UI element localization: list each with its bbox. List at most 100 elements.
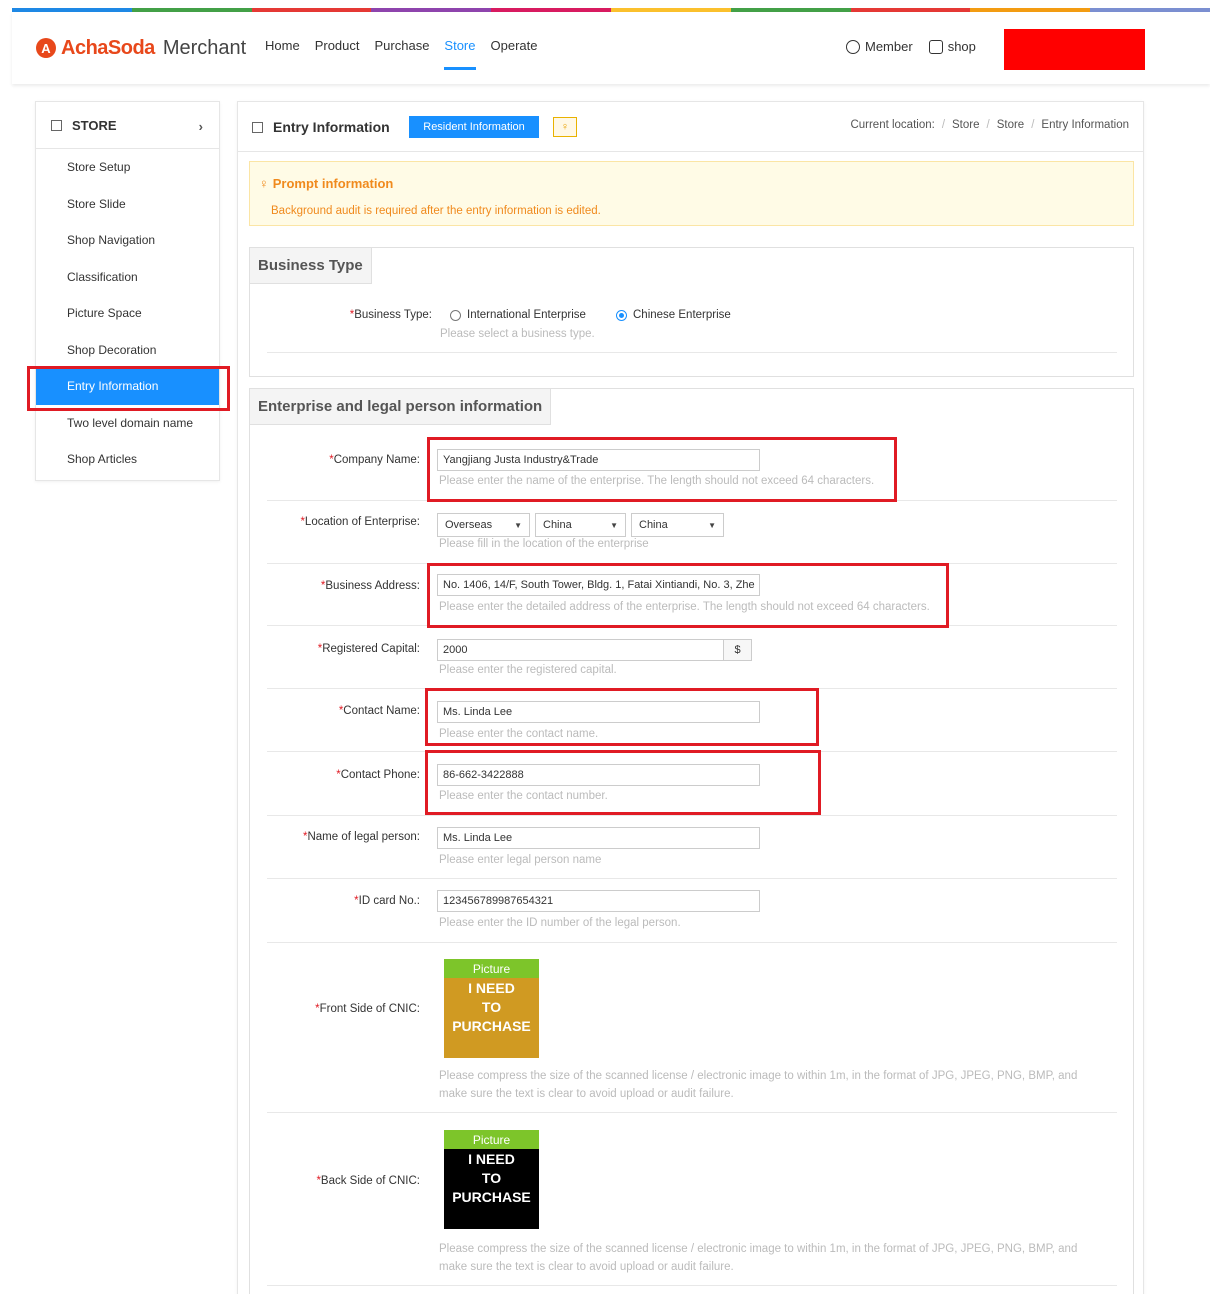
id-card-hint: Please enter the ID number of the legal … bbox=[439, 917, 681, 929]
location-country-select[interactable]: China ▼ bbox=[535, 513, 626, 537]
company-name-label: *Company Name: bbox=[329, 454, 420, 466]
section-title-enterprise: Enterprise and legal person information bbox=[249, 388, 552, 425]
nav-store[interactable]: Store bbox=[444, 38, 476, 70]
resident-information-button[interactable]: Resident Information bbox=[409, 116, 539, 138]
highlight-contact-phone bbox=[425, 750, 821, 815]
divider bbox=[267, 1112, 1117, 1113]
legal-person-input[interactable]: Ms. Linda Lee bbox=[437, 827, 760, 849]
header: A AchaSoda Merchant Home Product Purchas… bbox=[12, 12, 1210, 84]
prompt-text: Background audit is required after the e… bbox=[271, 205, 601, 217]
radio-international[interactable]: International Enterprise bbox=[450, 309, 586, 321]
currency-unit: $ bbox=[724, 639, 752, 661]
sidebar-item-store-slide[interactable]: Store Slide bbox=[36, 186, 219, 223]
prompt-box: ♀ Prompt information Background audit is… bbox=[249, 161, 1134, 226]
contact-phone-label: *Contact Phone: bbox=[336, 769, 420, 781]
front-cnic-hint-2: make sure the text is clear to avoid upl… bbox=[439, 1088, 734, 1100]
member-label: Member bbox=[865, 39, 913, 54]
main-nav: Home Product Purchase Store Operate bbox=[265, 38, 552, 70]
chevron-down-icon: ▼ bbox=[708, 520, 716, 530]
sidebar-header[interactable]: STORE › bbox=[36, 102, 219, 149]
front-cnic-image: I NEED TO PURCHASE bbox=[444, 978, 539, 1058]
lightbulb-icon[interactable]: ♀ bbox=[553, 117, 577, 137]
contact-name-label: *Contact Name: bbox=[338, 705, 420, 717]
id-card-input[interactable]: 123456789987654321 bbox=[437, 890, 760, 912]
back-cnic-label: *Back Side of CNIC: bbox=[316, 1175, 420, 1187]
radio-dot-selected bbox=[616, 309, 627, 321]
id-card-label: *ID card No.: bbox=[354, 895, 420, 907]
redacted-block bbox=[1004, 29, 1145, 70]
breadcrumb-current: Entry Information bbox=[1041, 119, 1129, 131]
shop-icon bbox=[928, 39, 943, 54]
nav-operate[interactable]: Operate bbox=[491, 38, 538, 70]
logo[interactable]: A AchaSoda Merchant bbox=[36, 34, 246, 62]
main-header: Entry Information Resident Information ♀… bbox=[238, 102, 1143, 152]
store-icon bbox=[51, 119, 62, 131]
business-type-hint: Please select a business type. bbox=[440, 328, 595, 340]
highlight-contact-name bbox=[425, 688, 819, 746]
chevron-down-icon: ▼ bbox=[514, 520, 522, 530]
page-title-wrap: Entry Information bbox=[252, 119, 390, 135]
nav-product[interactable]: Product bbox=[315, 38, 360, 70]
radio-chinese[interactable]: Chinese Enterprise bbox=[616, 309, 731, 321]
back-cnic-hint-2: make sure the text is clear to avoid upl… bbox=[439, 1261, 734, 1273]
logo-text: AchaSoda bbox=[61, 36, 155, 59]
header-right: Member shop bbox=[846, 39, 992, 54]
highlight-entry-information bbox=[27, 366, 230, 411]
sidebar: STORE › Store Setup Store Slide Shop Nav… bbox=[35, 101, 220, 481]
shop-link[interactable]: shop bbox=[928, 39, 976, 54]
sidebar-item-store-setup[interactable]: Store Setup bbox=[36, 149, 219, 186]
front-cnic-upload[interactable]: Picture I NEED TO PURCHASE bbox=[444, 959, 539, 1058]
front-cnic-hint-1: Please compress the size of the scanned … bbox=[439, 1070, 1078, 1082]
lightbulb-icon: ♀ bbox=[259, 176, 269, 191]
sidebar-item-classification[interactable]: Classification bbox=[36, 259, 219, 296]
registered-capital-input[interactable]: 2000 bbox=[437, 639, 724, 661]
back-cnic-upload[interactable]: Picture I NEED TO PURCHASE bbox=[444, 1130, 539, 1229]
registered-capital-hint: Please enter the registered capital. bbox=[439, 664, 617, 676]
member-icon bbox=[846, 39, 860, 54]
registered-capital-label: *Registered Capital: bbox=[317, 643, 420, 655]
legal-person-hint: Please enter legal person name bbox=[439, 854, 602, 866]
divider bbox=[267, 815, 1117, 816]
entry-icon bbox=[252, 121, 263, 133]
logo-icon: A bbox=[36, 38, 56, 58]
divider bbox=[267, 352, 1117, 353]
divider bbox=[267, 1285, 1117, 1286]
sidebar-item-shop-articles[interactable]: Shop Articles bbox=[36, 441, 219, 478]
enterprise-section: Enterprise and legal person information … bbox=[249, 388, 1134, 1294]
chevron-right-icon: › bbox=[198, 119, 203, 134]
sidebar-item-shop-navigation[interactable]: Shop Navigation bbox=[36, 222, 219, 259]
divider bbox=[267, 878, 1117, 879]
nav-home[interactable]: Home bbox=[265, 38, 300, 70]
legal-person-label: *Name of legal person: bbox=[303, 831, 420, 843]
picture-tag: Picture bbox=[444, 1130, 539, 1149]
sidebar-item-shop-decoration[interactable]: Shop Decoration bbox=[36, 332, 219, 369]
back-cnic-hint-1: Please compress the size of the scanned … bbox=[439, 1243, 1078, 1255]
sidebar-title: STORE bbox=[72, 117, 117, 133]
highlight-business-address bbox=[427, 563, 949, 628]
location-region-select[interactable]: Overseas ▼ bbox=[437, 513, 530, 537]
back-cnic-image: I NEED TO PURCHASE bbox=[444, 1149, 539, 1229]
section-title-business-type: Business Type bbox=[249, 247, 372, 284]
breadcrumb-item[interactable]: Store bbox=[952, 119, 980, 131]
nav-purchase[interactable]: Purchase bbox=[375, 38, 430, 70]
shop-label: shop bbox=[947, 39, 976, 54]
business-type-label: *Business Type: bbox=[349, 309, 432, 321]
breadcrumb: Current location: / Store / Store / Entr… bbox=[850, 119, 1129, 131]
radio-label: International Enterprise bbox=[467, 309, 586, 321]
breadcrumb-prefix: Current location: bbox=[850, 119, 935, 131]
business-address-label: *Business Address: bbox=[320, 580, 420, 592]
sidebar-item-picture-space[interactable]: Picture Space bbox=[36, 295, 219, 332]
prompt-title: Prompt information bbox=[272, 176, 394, 191]
breadcrumb-item[interactable]: Store bbox=[997, 119, 1025, 131]
member-link[interactable]: Member bbox=[846, 39, 913, 54]
page-title: Entry Information bbox=[273, 119, 390, 135]
prompt-title-wrap: ♀ Prompt information bbox=[259, 176, 393, 191]
location-hint: Please fill in the location of the enter… bbox=[439, 538, 649, 550]
front-cnic-label: *Front Side of CNIC: bbox=[315, 1003, 420, 1015]
radio-dot bbox=[450, 309, 461, 321]
radio-label: Chinese Enterprise bbox=[633, 309, 731, 321]
location-label: *Location of Enterprise: bbox=[300, 516, 420, 528]
location-province-select[interactable]: China ▼ bbox=[631, 513, 724, 537]
divider bbox=[267, 942, 1117, 943]
chevron-down-icon: ▼ bbox=[610, 520, 618, 530]
